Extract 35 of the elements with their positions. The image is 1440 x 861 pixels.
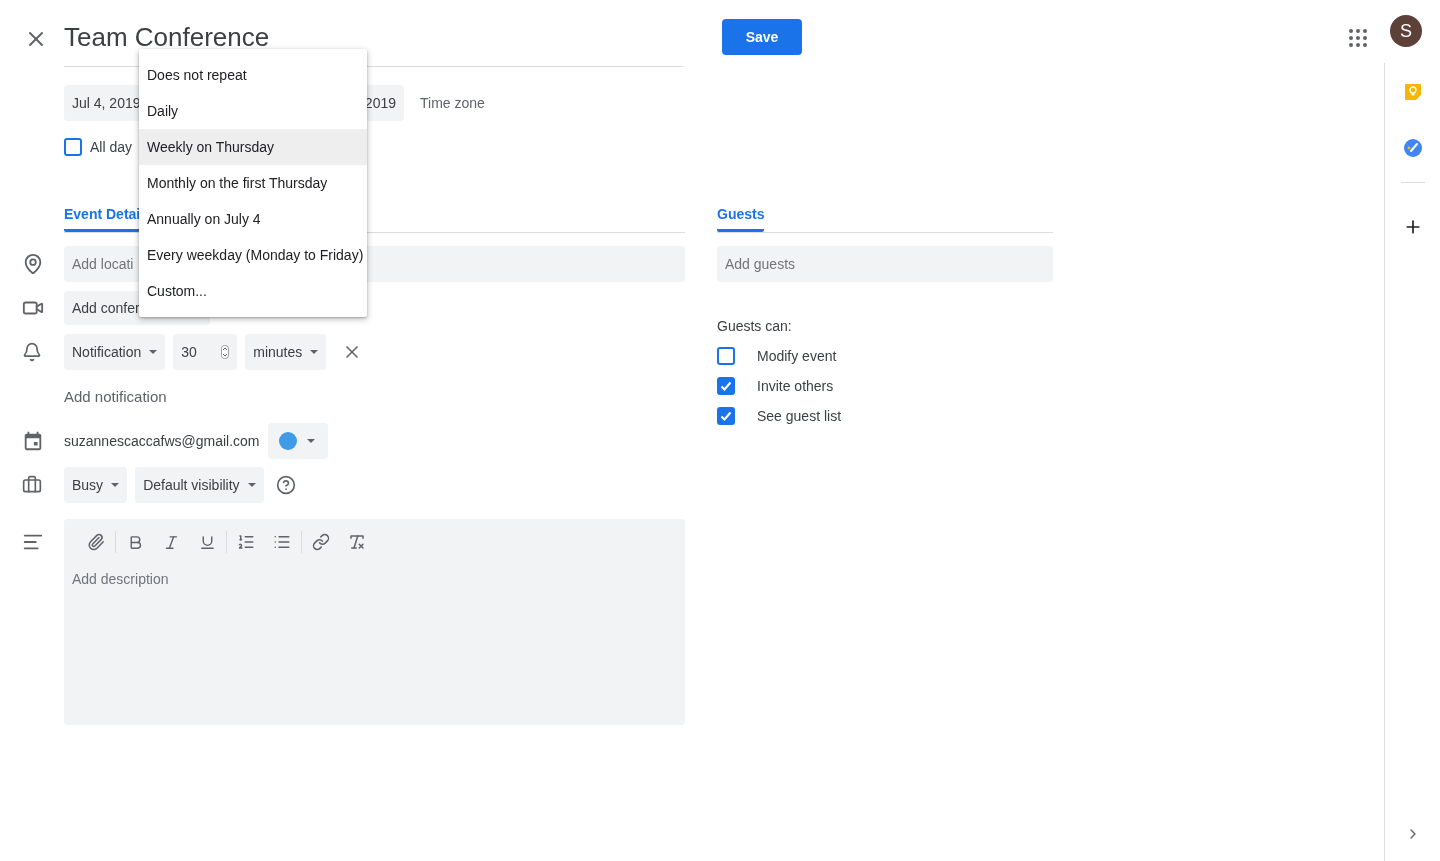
checkmark-circle-icon[interactable] — [1402, 138, 1423, 158]
guests-can-label: Guests can: — [717, 318, 793, 334]
all-day-checkbox[interactable] — [64, 138, 82, 156]
guests-tab[interactable]: Guests — [717, 196, 765, 232]
permission-label: See guest list — [757, 408, 842, 424]
calendar-account: suzannescaccafws@gmail.com — [64, 433, 260, 449]
permission-label: Invite others — [757, 378, 834, 394]
add-notification-link[interactable]: Add notification — [64, 388, 167, 405]
permission-checkbox[interactable] — [717, 407, 735, 425]
menu-item[interactable]: Custom... — [139, 273, 367, 309]
all-day-label: All day — [90, 139, 133, 155]
spinner-icon[interactable] — [221, 345, 230, 359]
menu-item[interactable]: Monthly on the first Thursday — [139, 165, 367, 201]
permission-label: Modify event — [757, 348, 837, 364]
visibility-select[interactable]: Default visibility — [135, 467, 264, 503]
menu-item[interactable]: Weekly on Thursday — [139, 129, 367, 165]
description-placeholder: Add description — [71, 570, 170, 589]
save-button[interactable]: Save — [722, 19, 802, 55]
availability-select[interactable]: Busy — [64, 467, 128, 503]
description-field[interactable]: Add description — [64, 519, 685, 725]
add-guests-field[interactable]: Add guests — [717, 246, 1053, 282]
permission-checkbox[interactable] — [717, 347, 735, 365]
help-icon[interactable] — [275, 475, 296, 495]
menu-item[interactable]: Annually on July 4 — [139, 201, 367, 237]
avatar[interactable]: S — [1390, 15, 1422, 47]
apps-grid-icon[interactable] — [1346, 26, 1370, 50]
color-select[interactable] — [267, 423, 328, 459]
notification-type-select[interactable]: Notification — [64, 334, 166, 370]
notification-amount-field[interactable]: 30 — [173, 334, 238, 370]
permission-checkbox[interactable] — [717, 377, 735, 395]
notification-unit-select[interactable]: minutes — [245, 334, 327, 370]
time-zone-link[interactable]: Time zone — [420, 95, 485, 111]
menu-item[interactable]: Daily — [139, 93, 367, 129]
menu-item[interactable]: Every weekday (Monday to Friday) — [139, 237, 367, 273]
menu-item[interactable]: Does not repeat — [139, 57, 367, 93]
